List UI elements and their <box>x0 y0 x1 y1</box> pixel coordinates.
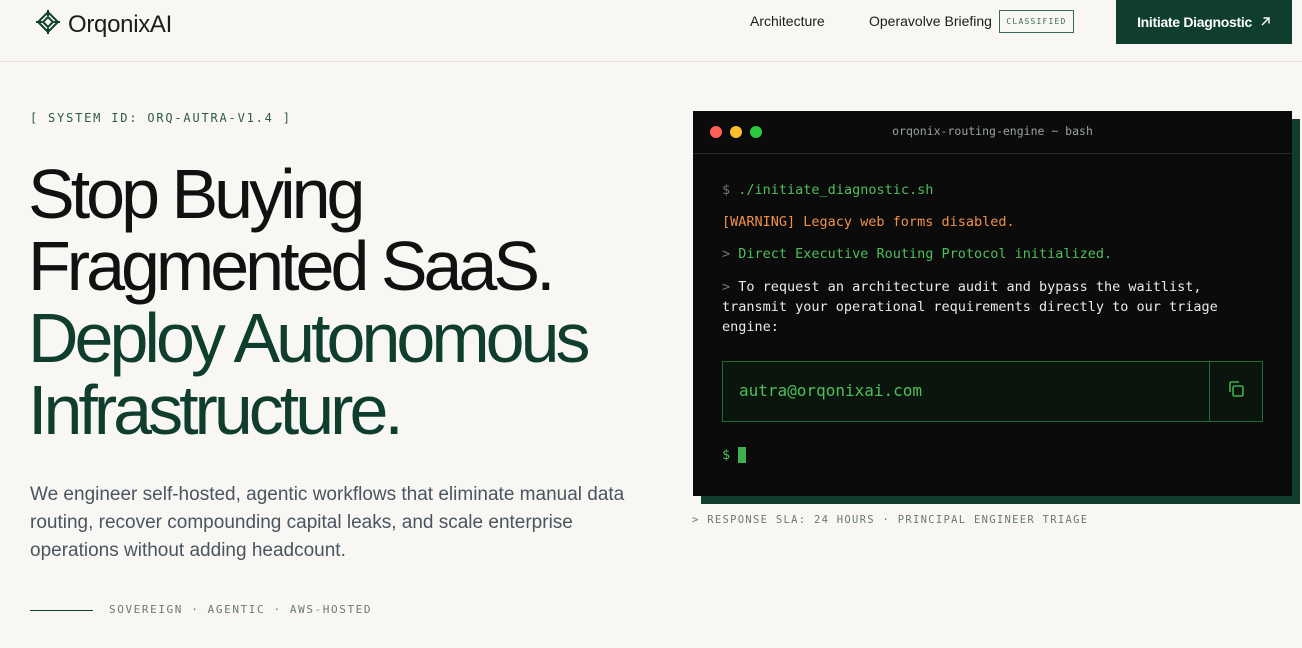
instruction-marker: > <box>722 279 731 295</box>
initiate-diagnostic-button[interactable]: Initiate Diagnostic <box>1116 0 1292 44</box>
terminal-title-bar: orqonix-routing-engine ~ bash <box>693 111 1292 154</box>
prompt-symbol: $ <box>722 182 731 198</box>
brand-logo[interactable]: OrqonixAI <box>34 8 172 41</box>
nav-architecture[interactable]: Architecture <box>750 13 825 29</box>
final-prompt: $ <box>722 447 731 463</box>
command-line: $ ./initiate_diagnostic.sh <box>722 182 933 198</box>
input-prompt-line[interactable]: $ <box>722 447 747 463</box>
hero-tagline: SOVEREIGN · AGENTIC · AWS-HOSTED <box>109 603 373 616</box>
copy-email-button[interactable] <box>1209 362 1262 421</box>
terminal-window: orqonix-routing-engine ~ bash $ ./initia… <box>693 111 1292 496</box>
response-sla-note: > RESPONSE SLA: 24 HOURS · PRINCIPAL ENG… <box>692 514 1089 526</box>
status-line: > Direct Executive Routing Protocol init… <box>722 246 1112 262</box>
logo-icon <box>34 8 62 41</box>
copy-icon <box>1226 379 1246 404</box>
status-text: Direct Executive Routing Protocol initia… <box>738 246 1113 262</box>
headline-line-3: Deploy Autonomous <box>28 299 591 377</box>
brand-name: OrqonixAI <box>68 10 173 38</box>
warning-line: [WARNING] Legacy web forms disabled. <box>722 214 1015 230</box>
status-marker: > <box>722 246 731 262</box>
hero-headline: Stop Buying Fragmented SaaS. Deploy Auto… <box>28 158 678 446</box>
blinking-cursor <box>738 447 747 463</box>
command-text: ./initiate_diagnostic.sh <box>738 182 934 198</box>
system-id-label: [ SYSTEM ID: ORQ-AUTRA-V1.4 ] <box>30 111 292 125</box>
classified-badge: CLASSIFIED <box>999 10 1074 33</box>
headline-line-1: Stop Buying <box>28 155 365 233</box>
terminal-title: orqonix-routing-engine ~ bash <box>892 124 1093 138</box>
tagline-divider <box>30 610 93 611</box>
hero-description: We engineer self-hosted, agentic workflo… <box>30 484 625 561</box>
nav-operavolve-briefing[interactable]: Operavolve Briefing <box>869 13 992 29</box>
arrow-up-right-icon <box>1260 14 1271 30</box>
email-address[interactable]: autra@orqonixai.com <box>739 381 922 400</box>
email-field[interactable]: autra@orqonixai.com <box>722 361 1263 422</box>
instruction-line: > To request an architecture audit and b… <box>722 277 1262 337</box>
headline-line-2: Fragmented SaaS. <box>28 227 556 305</box>
headline-line-4: Infrastructure. <box>28 371 404 449</box>
cta-label: Initiate Diagnostic <box>1137 14 1252 30</box>
instruction-text: To request an architecture audit and byp… <box>722 279 1218 335</box>
site-header: OrqonixAI Architecture Operavolve Briefi… <box>0 0 1302 62</box>
